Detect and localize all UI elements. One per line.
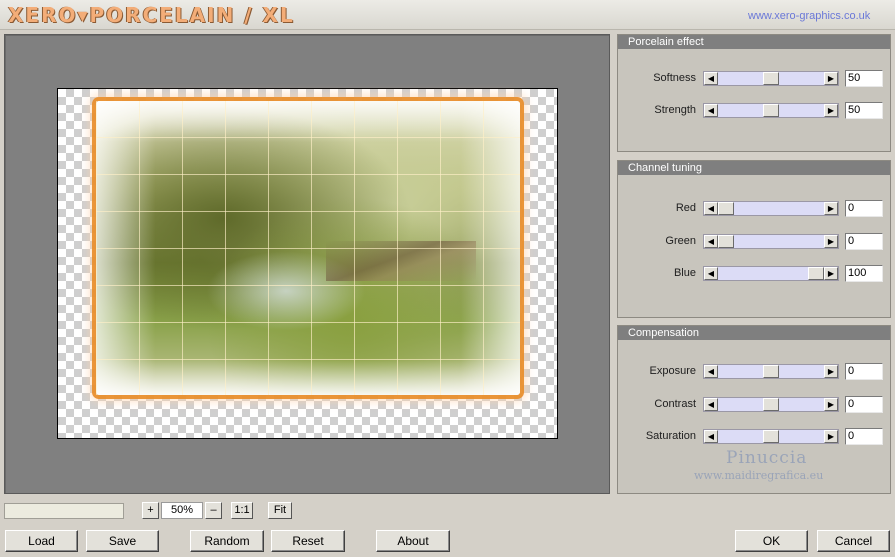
porcelain-effect-panel: Porcelain effect Softness ◀ ▶ 50 Strengt… (617, 34, 891, 152)
exposure-label: Exposure (649, 365, 696, 377)
watermark-site: www.maidiregrafica.eu (694, 469, 824, 482)
channel-tuning-panel: Channel tuning Red ◀ ▶ 0 Green ◀ ▶ 0 Blu… (617, 160, 891, 318)
random-button[interactable]: Random (190, 530, 264, 552)
about-button[interactable]: About (376, 530, 450, 552)
softness-label: Softness (653, 72, 696, 84)
zoom-in-button[interactable]: + (142, 502, 159, 519)
triangle-left-icon[interactable]: ◀ (704, 267, 718, 280)
triangle-right-icon[interactable]: ▶ (824, 398, 838, 411)
blue-label: Blue (673, 267, 696, 279)
triangle-right-icon[interactable]: ▶ (824, 267, 838, 280)
saturation-slider-thumb[interactable] (763, 430, 779, 443)
triangle-right-icon[interactable]: ▶ (824, 365, 838, 378)
saturation-label: Saturation (645, 430, 696, 442)
triangle-left-icon[interactable]: ◀ (704, 72, 718, 85)
saturation-value-field[interactable]: 0 (845, 428, 883, 445)
app-title-logo: XERO▾PORCELAIN / XL (8, 3, 295, 27)
green-slider[interactable]: ◀ ▶ (703, 234, 839, 249)
red-value-field[interactable]: 0 (845, 200, 883, 217)
softness-value-field[interactable]: 50 (845, 70, 883, 87)
triangle-right-icon[interactable]: ▶ (824, 235, 838, 248)
softness-slider-thumb[interactable] (763, 72, 779, 85)
load-button[interactable]: Load (5, 530, 78, 552)
preview-image (96, 101, 520, 395)
cancel-button[interactable]: Cancel (817, 530, 890, 552)
triangle-right-icon[interactable]: ▶ (824, 202, 838, 215)
exposure-value-field[interactable]: 0 (845, 363, 883, 380)
contrast-slider-thumb[interactable] (763, 398, 779, 411)
contrast-value-field[interactable]: 0 (845, 396, 883, 413)
exposure-slider[interactable]: ◀ ▶ (703, 364, 839, 379)
blue-slider[interactable]: ◀ ▶ (703, 266, 839, 281)
zoom-level-field[interactable]: 50% (161, 502, 203, 519)
save-button[interactable]: Save (86, 530, 159, 552)
panel-title: Porcelain effect (618, 35, 890, 49)
red-slider-thumb[interactable] (718, 202, 734, 215)
exposure-slider-thumb[interactable] (763, 365, 779, 378)
panel-title: Channel tuning (618, 161, 890, 175)
triangle-left-icon[interactable]: ◀ (704, 104, 718, 117)
red-row: Red ◀ ▶ 0 (618, 200, 890, 217)
green-label: Green (665, 235, 696, 247)
green-slider-thumb[interactable] (718, 235, 734, 248)
reset-button[interactable]: Reset (271, 530, 345, 552)
strength-value-field[interactable]: 50 (845, 102, 883, 119)
saturation-slider[interactable]: ◀ ▶ (703, 429, 839, 444)
strength-row: Strength ◀ ▶ 50 (618, 102, 890, 119)
triangle-right-icon[interactable]: ▶ (824, 72, 838, 85)
website-link[interactable]: www.xero-graphics.co.uk (748, 10, 870, 22)
red-slider[interactable]: ◀ ▶ (703, 201, 839, 216)
strength-slider[interactable]: ◀ ▶ (703, 103, 839, 118)
blue-slider-thumb[interactable] (808, 267, 824, 280)
porcelain-tile-grid (96, 101, 520, 395)
green-value-field[interactable]: 0 (845, 233, 883, 250)
green-row: Green ◀ ▶ 0 (618, 233, 890, 250)
preview-canvas (57, 88, 558, 439)
zoom-out-button[interactable]: – (205, 502, 222, 519)
triangle-left-icon[interactable]: ◀ (704, 430, 718, 443)
zoom-fit-button[interactable]: Fit (268, 502, 292, 519)
exposure-row: Exposure ◀ ▶ 0 (618, 363, 890, 380)
softness-slider[interactable]: ◀ ▶ (703, 71, 839, 86)
preview-area[interactable] (4, 34, 610, 494)
progress-field (4, 503, 124, 519)
triangle-left-icon[interactable]: ◀ (704, 365, 718, 378)
strength-slider-thumb[interactable] (763, 104, 779, 117)
blue-value-field[interactable]: 100 (845, 265, 883, 282)
title-bar: XERO▾PORCELAIN / XL www.xero-graphics.co… (0, 0, 895, 30)
triangle-left-icon[interactable]: ◀ (704, 202, 718, 215)
ok-button[interactable]: OK (735, 530, 808, 552)
contrast-slider[interactable]: ◀ ▶ (703, 397, 839, 412)
watermark-name: Pinuccia (726, 448, 808, 468)
strength-label: Strength (654, 104, 696, 116)
blue-row: Blue ◀ ▶ 100 (618, 265, 890, 282)
triangle-right-icon[interactable]: ▶ (824, 104, 838, 117)
contrast-label: Contrast (654, 398, 696, 410)
panel-title: Compensation (618, 326, 890, 340)
red-label: Red (675, 202, 696, 214)
saturation-row: Saturation ◀ ▶ 0 (618, 428, 890, 445)
contrast-row: Contrast ◀ ▶ 0 (618, 396, 890, 413)
triangle-left-icon[interactable]: ◀ (704, 235, 718, 248)
triangle-left-icon[interactable]: ◀ (704, 398, 718, 411)
zoom-actual-size-button[interactable]: 1:1 (231, 502, 253, 519)
softness-row: Softness ◀ ▶ 50 (618, 70, 890, 87)
triangle-right-icon[interactable]: ▶ (824, 430, 838, 443)
